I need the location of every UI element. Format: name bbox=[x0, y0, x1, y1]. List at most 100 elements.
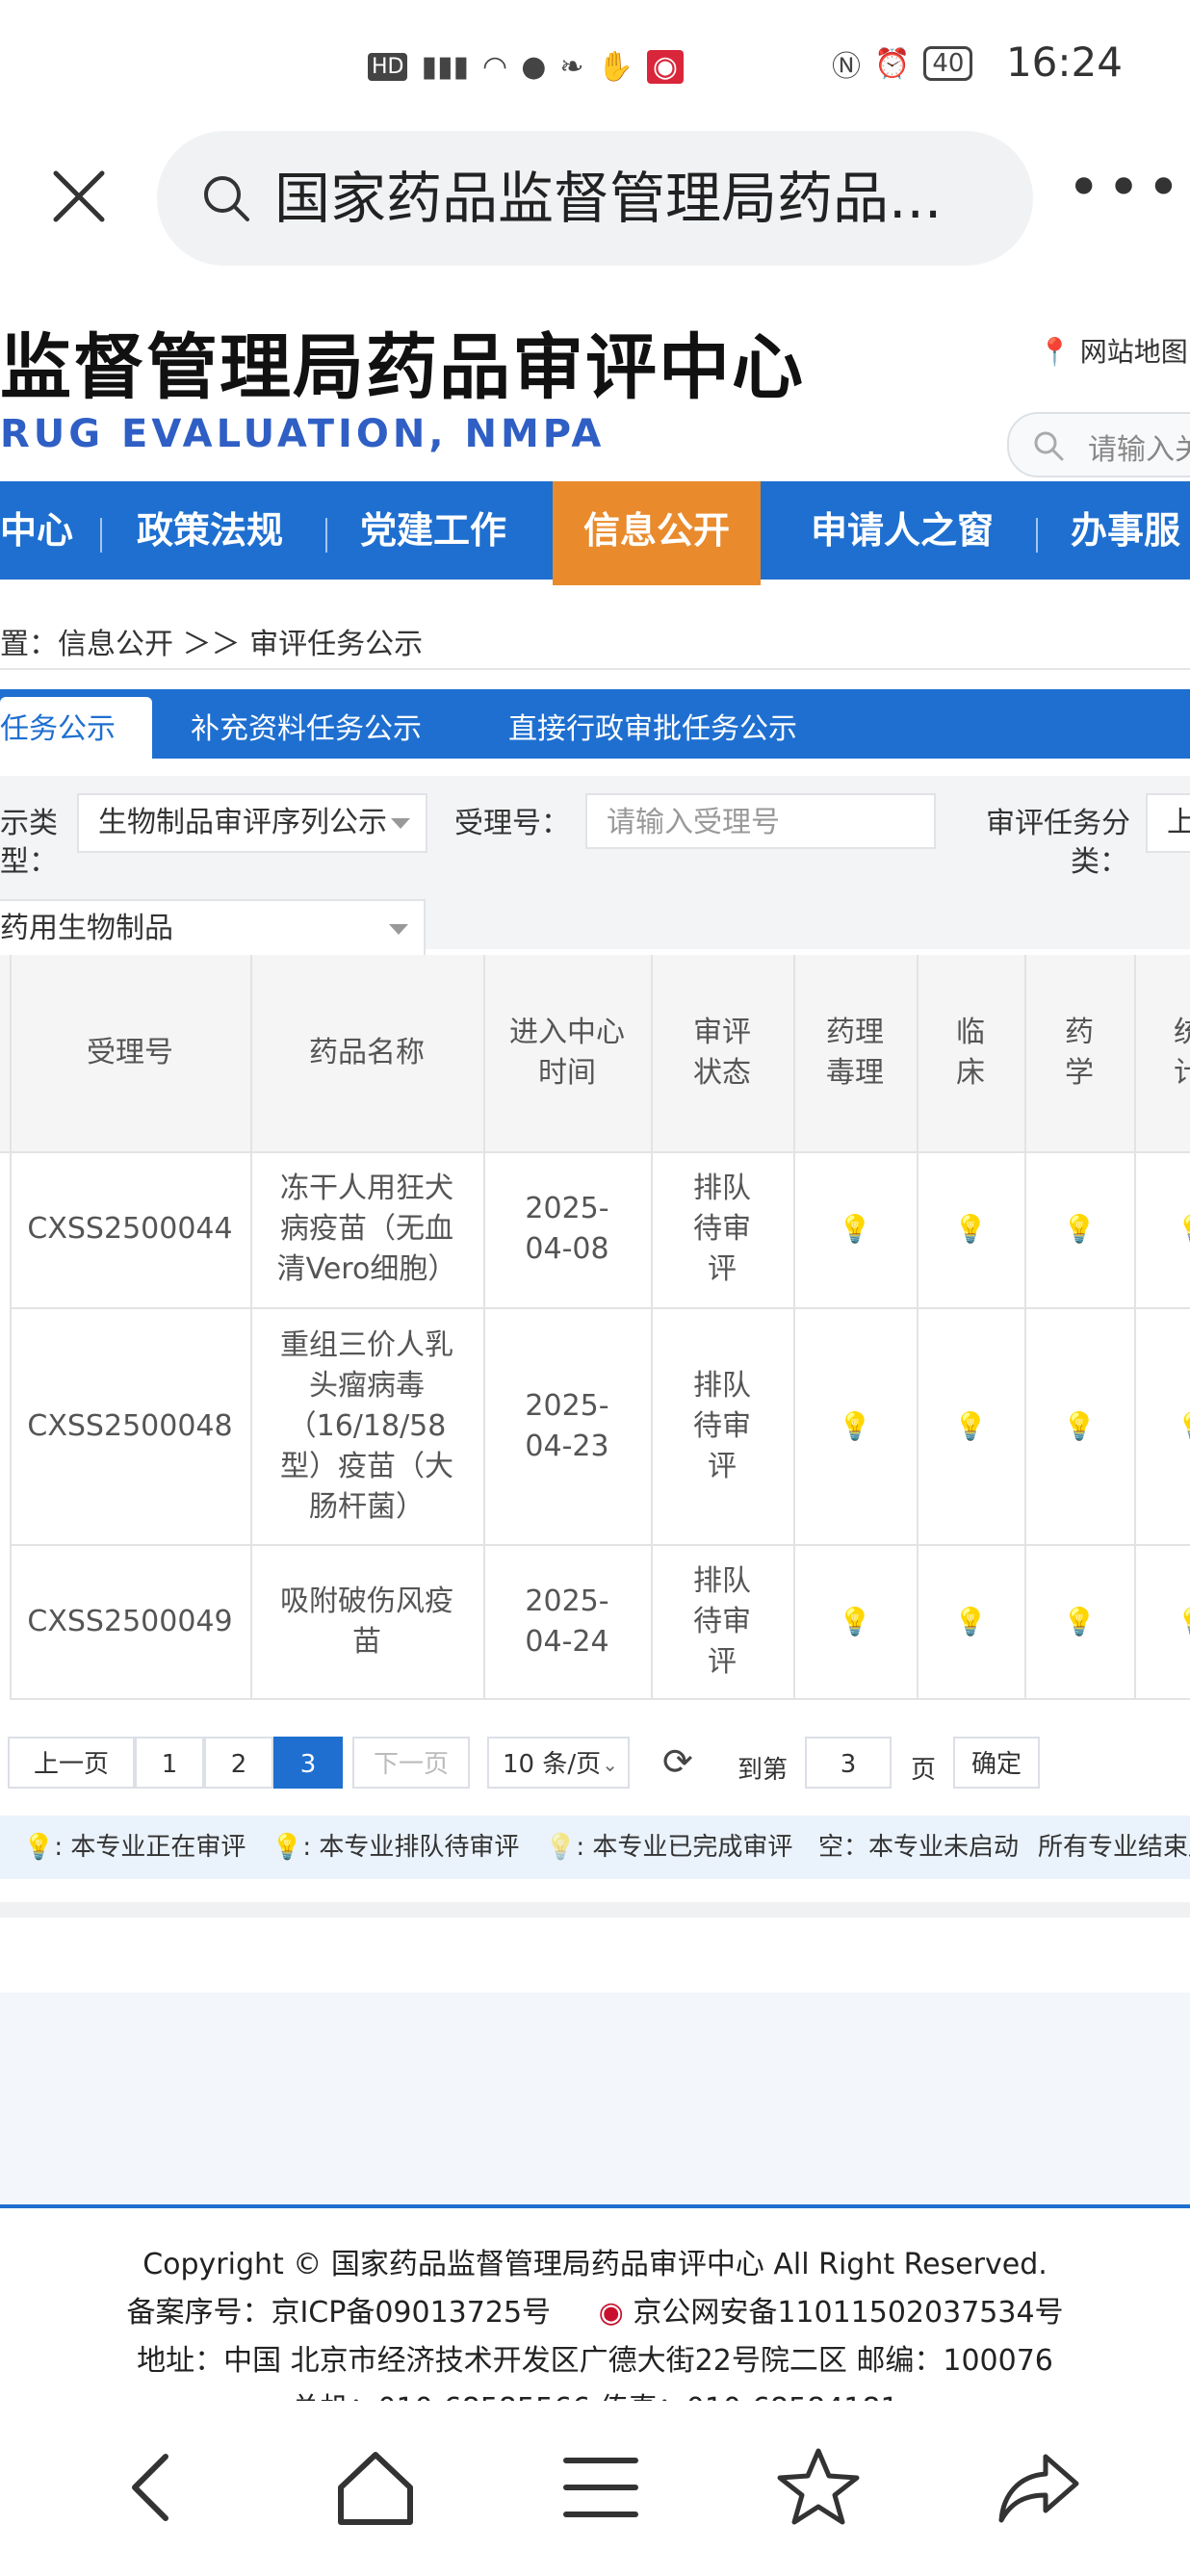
bulb-done-icon: 💡 bbox=[545, 1833, 577, 1862]
nav-item-info-public[interactable]: 信息公开 bbox=[553, 481, 762, 585]
chevron-down-icon: ⌄ bbox=[602, 1753, 618, 1776]
legend-item-reviewing: 💡: 本专业正在审评 bbox=[23, 1816, 246, 1879]
cell-line: 头瘤病毒 bbox=[309, 1369, 425, 1403]
close-icon[interactable] bbox=[48, 166, 110, 227]
legend-text: : 本专业排队待审评 bbox=[302, 1833, 520, 1862]
page-3-button[interactable]: 3 bbox=[273, 1737, 343, 1789]
cell-status: 排队 待审 评 bbox=[651, 1309, 793, 1544]
next-page-button[interactable]: 下一页 bbox=[352, 1737, 470, 1789]
bulb-queued-icon: 💡 bbox=[272, 1833, 303, 1862]
cell-drug-name: 吸附破伤风疫 苗 bbox=[250, 1546, 483, 1698]
hd-icon: HD bbox=[368, 52, 408, 81]
category-select-value: 上 bbox=[1148, 806, 1190, 839]
header-pharm-tox: 药理 毒理 bbox=[793, 955, 917, 1151]
footer-phone: 总机：010-68585566 传真：010-68584181 bbox=[0, 2385, 1190, 2401]
header-line: 统 bbox=[1174, 1016, 1190, 1049]
page-2-button[interactable]: 2 bbox=[204, 1737, 273, 1789]
sitemap-link[interactable]: 📍 网站地图 bbox=[1038, 331, 1188, 370]
legend-bar: 💡: 本专业正在审评 💡: 本专业排队待审评 💡: 本专业已完成审评 空：本专业… bbox=[0, 1816, 1190, 1879]
legend-item-not-started: 空：本专业未启动 bbox=[818, 1833, 1020, 1862]
category-select[interactable]: 上 bbox=[1146, 793, 1190, 853]
star-bookmark-icon[interactable] bbox=[770, 2439, 867, 2536]
category-label: 审评任务分 bbox=[986, 807, 1130, 840]
bulb-icon: 💡 bbox=[838, 1606, 872, 1637]
cell-status: 排队 待审 评 bbox=[651, 1151, 793, 1307]
nav-item-policy[interactable]: 政策法规 bbox=[137, 481, 283, 580]
chevron-down-icon bbox=[389, 924, 408, 935]
cell-date: 2025- 04-23 bbox=[483, 1309, 651, 1544]
page-1-button[interactable]: 1 bbox=[135, 1737, 204, 1789]
status-left-icons: HD ▮▮▮ ◠ ● ❧ ✋ ◉ bbox=[368, 42, 685, 90]
site-search-input[interactable]: 请输入关 bbox=[1007, 412, 1190, 477]
url-bar[interactable]: 国家药品监督管理局药品... bbox=[157, 131, 1033, 266]
header-line: 计 bbox=[1174, 1056, 1190, 1090]
prev-page-button[interactable]: 上一页 bbox=[8, 1737, 135, 1789]
site-subtitle: RUG EVALUATION, NMPA bbox=[0, 412, 606, 456]
status-bar: HD ▮▮▮ ◠ ● ❧ ✋ ◉ Ⓝ ⏰ 40 16:24 bbox=[0, 0, 1190, 125]
type-select[interactable]: 生物制品审评序列公示 bbox=[77, 793, 427, 853]
nav-item-applicant[interactable]: 申请人之窗 bbox=[811, 481, 994, 580]
nav-divider bbox=[1036, 518, 1038, 553]
legend-item-completed: 💡: 本专业已完成审评 bbox=[545, 1816, 792, 1879]
nav-item-services[interactable]: 办事服 bbox=[1071, 481, 1180, 580]
nav-item-party[interactable]: 党建工作 bbox=[360, 481, 506, 580]
cell-line: 待审 bbox=[693, 1212, 751, 1246]
cell-line: 评 bbox=[708, 1252, 737, 1286]
site-title: 监督管理局药品审评中心 bbox=[0, 326, 805, 409]
page-size-select[interactable]: 10 条/页 ⌄ bbox=[487, 1737, 630, 1789]
share-icon[interactable] bbox=[992, 2439, 1088, 2536]
header-entry-time: 进入中心 时间 bbox=[483, 955, 651, 1151]
site-search-placeholder: 请输入关 bbox=[1088, 433, 1190, 467]
cell-line: 排队 bbox=[693, 1564, 751, 1598]
goto-label: 到第 bbox=[737, 1756, 789, 1785]
content-spacer bbox=[0, 1993, 1190, 2204]
header-accept-no: 受理号 bbox=[87, 1036, 173, 1069]
tabs-menu-icon[interactable] bbox=[553, 2439, 649, 2536]
cell-line: 04-24 bbox=[525, 1625, 609, 1659]
nav-item-center[interactable]: 中心 bbox=[0, 481, 73, 580]
header-line: 审评 bbox=[693, 1016, 751, 1049]
header-line: 临 bbox=[956, 1016, 985, 1049]
cell-line: 吸附破伤风疫 bbox=[280, 1584, 453, 1618]
filter-panel: 示类 型： 生物制品审评序列公示 受理号： 请输入受理号 审评任务分 类： 上 … bbox=[0, 776, 1190, 959]
category-label-2: 类： bbox=[1071, 845, 1128, 879]
cell-date: 2025- 04-24 bbox=[483, 1546, 651, 1698]
browser-bottom-nav bbox=[0, 2401, 1190, 2576]
cell-line: 待审 bbox=[693, 1605, 751, 1638]
footer-police-record[interactable]: 京公网安备11011502037534号 bbox=[633, 2296, 1063, 2330]
footer-icp[interactable]: 备案序号：京ICP备09013725号 bbox=[126, 2296, 551, 2330]
bulb-on-icon: 💡 bbox=[23, 1833, 55, 1862]
accept-no-input[interactable]: 请输入受理号 bbox=[585, 793, 936, 849]
cell-line: 评 bbox=[708, 1450, 737, 1483]
nav-divider bbox=[100, 518, 102, 553]
tab-supplement-task[interactable]: 补充资料任务公示 bbox=[191, 689, 422, 759]
bulb-icon: 💡 bbox=[1134, 1151, 1190, 1307]
search-icon bbox=[1034, 431, 1064, 461]
page-size-value: 10 条/页 bbox=[503, 1750, 602, 1779]
cell-line: 04-08 bbox=[525, 1232, 609, 1266]
tab-direct-approval-task[interactable]: 直接行政审批任务公示 bbox=[508, 689, 797, 759]
cell-line: 评 bbox=[708, 1645, 737, 1679]
confirm-button[interactable]: 确定 bbox=[953, 1737, 1040, 1789]
cell-accept-no: CXSS2500048 bbox=[27, 1409, 233, 1443]
cell-line: 04-23 bbox=[525, 1430, 609, 1463]
header-line: 状态 bbox=[693, 1056, 751, 1090]
refresh-icon[interactable]: ⟳ bbox=[662, 1740, 693, 1783]
goto-page-input[interactable]: 3 bbox=[805, 1737, 892, 1789]
back-icon[interactable] bbox=[106, 2439, 202, 2536]
chevron-down-icon bbox=[391, 818, 410, 829]
sub-category-select[interactable]: 药用生物制品 bbox=[0, 899, 426, 959]
bulb-icon: 💡 bbox=[953, 1606, 988, 1637]
police-badge-icon: ◉ bbox=[598, 2296, 624, 2330]
tab-bar: 任务公示 补充资料任务公示 直接行政审批任务公示 bbox=[0, 689, 1190, 759]
nav-divider bbox=[325, 518, 327, 553]
home-icon[interactable] bbox=[327, 2439, 424, 2536]
search-icon bbox=[204, 176, 249, 221]
more-menu-icon[interactable]: ••• bbox=[1067, 159, 1180, 217]
cell-accept-no: CXSS2500044 bbox=[27, 1212, 233, 1246]
header-line: 药理 bbox=[826, 1016, 884, 1049]
divider bbox=[0, 1902, 1190, 1918]
tab-task-public[interactable]: 任务公示 bbox=[0, 697, 152, 759]
signal-icon: ▮▮▮ bbox=[421, 49, 470, 84]
accept-no-label: 受理号： bbox=[454, 807, 570, 840]
